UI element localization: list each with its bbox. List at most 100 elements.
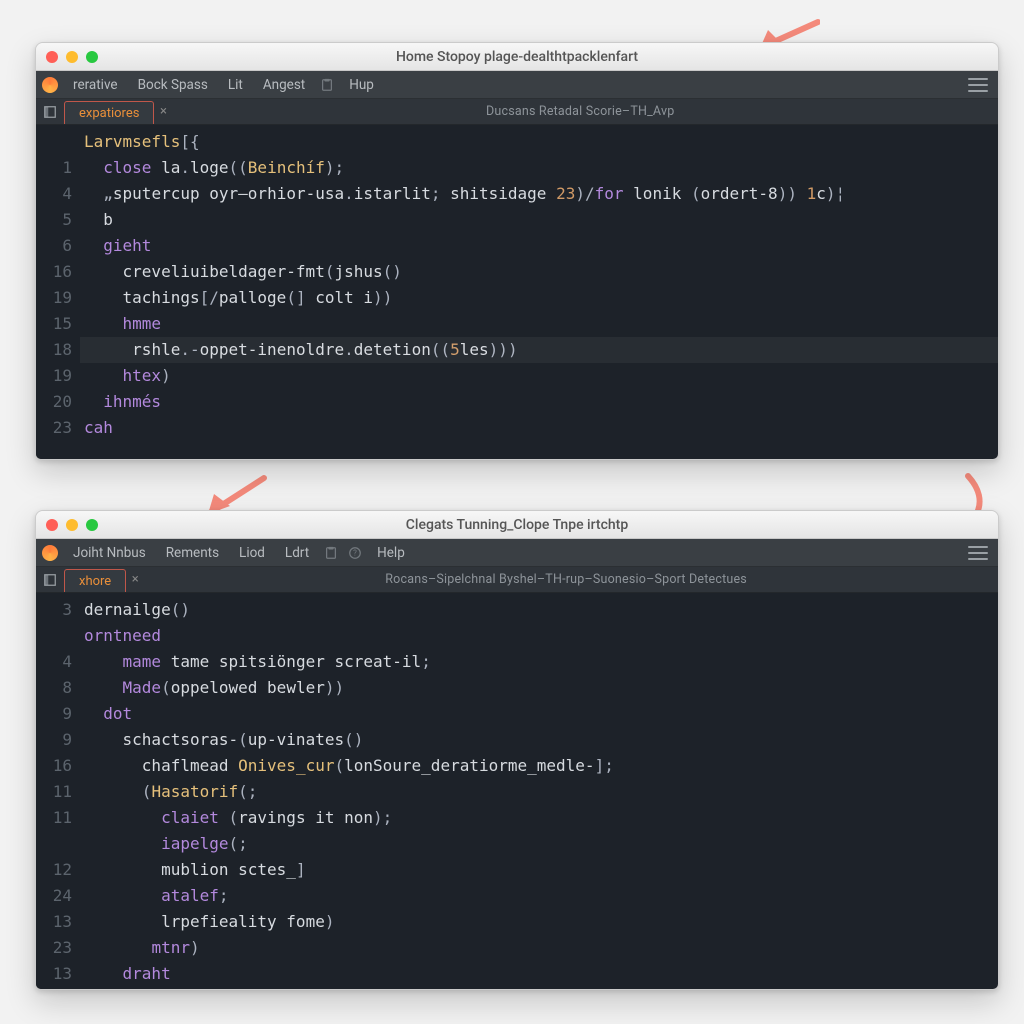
code-line[interactable]: chaflmead Onives_cur(lonSoure_deratiorme… [84,753,992,779]
window-title: Clegats Tunning_Clope Tnpe irtchtp [36,517,998,533]
code-line[interactable]: orntneed [84,623,992,649]
line-number: 19 [36,363,72,389]
line-number: 17 [36,987,72,989]
close-tab-icon[interactable]: × [126,567,144,592]
close-tab-icon[interactable]: × [154,99,172,124]
app-logo-icon[interactable] [42,545,58,561]
line-number: 20 [36,389,72,415]
line-number: 4 [36,649,72,675]
code-line[interactable]: (Hasatorif(; [84,779,992,805]
code-line[interactable]: lrpefieality fome) [84,909,992,935]
code-editor[interactable]: 145616191518192023 Larvmsefls[{ close la… [36,125,998,459]
line-number: 16 [36,259,72,285]
menu-item[interactable]: Rements [157,542,228,564]
code-line[interactable]: Larvmsefls[{ [84,129,992,155]
line-number: 18 [36,337,72,363]
code-area[interactable]: dernailge()orntneed mame tame spitsiönge… [82,593,998,989]
line-number: 11 [36,805,72,831]
file-tab-label: xhore [79,574,111,589]
code-line[interactable]: „sputercup oyr–orhior-usa.istarlit; shit… [84,181,992,207]
zoom-window-icon[interactable] [86,519,98,531]
help-icon[interactable]: ? [348,546,362,560]
code-line[interactable]: draht [84,961,992,987]
code-line[interactable]: close la.loge((Beinchíf); [84,155,992,181]
file-tab[interactable]: xhore [64,569,126,592]
code-line[interactable]: creveliuibeldager-fmt(jshus() [84,259,992,285]
code-line[interactable]: dot [84,701,992,727]
code-line[interactable]: mame tame spitsiönger screat-il; [84,649,992,675]
code-line[interactable]: tachings[/palloge(] colt i)) [84,285,992,311]
code-line[interactable]: iapelge(; [84,831,992,857]
close-window-icon[interactable] [46,519,58,531]
tab-bar: expatiores × Ducsans Retadal Scorie–TH_A… [36,99,998,125]
menu-item[interactable]: Angest [254,74,314,96]
code-editor[interactable]: 3 4899161111 122413231317 dernailge()orn… [36,593,998,989]
clipboard-icon[interactable] [320,78,334,92]
line-number: 13 [36,909,72,935]
minimize-window-icon[interactable] [66,519,78,531]
line-number: 6 [36,233,72,259]
line-number-gutter: 3 4899161111 122413231317 [36,593,82,989]
code-line[interactable]: claiet (ravings it non); [84,805,992,831]
app-menubar: Joiht Nnbus Rements Liod Ldrt ? Help [36,539,998,567]
line-number [36,623,72,649]
current-line-highlight [80,337,998,363]
line-number: 13 [36,961,72,987]
hamburger-menu-icon[interactable] [968,78,988,92]
window-title: Home Stopoy plage-dealthtpacklenfart [36,49,998,65]
code-line[interactable]: gieht [84,233,992,259]
menu-item[interactable]: Lit [219,74,252,96]
menu-item[interactable]: Help [368,542,414,564]
code-line[interactable]: mtnr) [84,935,992,961]
code-line[interactable]: atalef; [84,883,992,909]
zoom-window-icon[interactable] [86,51,98,63]
code-line[interactable]: hmme [84,311,992,337]
line-number: 23 [36,935,72,961]
line-number: 9 [36,701,72,727]
line-number: 3 [36,597,72,623]
editor-window: Clegats Tunning_Clope Tnpe irtchtp Joiht… [35,510,999,990]
code-line[interactable]: htex) [84,363,992,389]
code-line[interactable]: mublion sctes_] [84,857,992,883]
minimize-window-icon[interactable] [66,51,78,63]
app-menubar: rerative Bock Spass Lit Angest Hup [36,71,998,99]
menu-item[interactable]: Liod [230,542,274,564]
code-line[interactable]: b [84,207,992,233]
code-line[interactable]: printe [84,987,992,989]
hamburger-menu-icon[interactable] [968,546,988,560]
code-line[interactable]: ihnmés [84,389,992,415]
menu-item[interactable]: Joiht Nnbus [64,542,155,564]
line-number [36,129,72,155]
window-titlebar[interactable]: Home Stopoy plage-dealthtpacklenfart [36,43,998,71]
line-number: 23 [36,415,72,441]
line-number: 15 [36,311,72,337]
close-window-icon[interactable] [46,51,58,63]
line-number: 8 [36,675,72,701]
line-number: 5 [36,207,72,233]
code-line[interactable]: Made(oppelowed bewler)) [84,675,992,701]
breadcrumb[interactable]: Rocans–Sipelchnal Byshel–TH-rup–Suonesio… [144,567,998,592]
code-line[interactable]: cah [84,415,992,441]
code-line[interactable]: schactsoras-(up-vinates() [84,727,992,753]
line-number: 16 [36,753,72,779]
line-number: 4 [36,181,72,207]
window-titlebar[interactable]: Clegats Tunning_Clope Tnpe irtchtp [36,511,998,539]
svg-text:?: ? [353,548,357,557]
editor-window: Home Stopoy plage-dealthtpacklenfart rer… [35,42,999,460]
file-tree-toggle-icon[interactable] [36,99,64,124]
menu-item[interactable]: Hup [340,74,383,96]
file-tree-toggle-icon[interactable] [36,567,64,592]
line-number: 19 [36,285,72,311]
code-area[interactable]: Larvmsefls[{ close la.loge((Beinchíf); „… [82,125,998,459]
menu-item[interactable]: Bock Spass [129,74,217,96]
clipboard-icon[interactable] [324,546,338,560]
menu-item[interactable]: Ldrt [276,542,318,564]
file-tab[interactable]: expatiores [64,101,154,124]
tab-bar: xhore × Rocans–Sipelchnal Byshel–TH-rup–… [36,567,998,593]
line-number: 9 [36,727,72,753]
code-line[interactable]: dernailge() [84,597,992,623]
app-logo-icon[interactable] [42,77,58,93]
menu-item[interactable]: rerative [64,74,127,96]
breadcrumb[interactable]: Ducsans Retadal Scorie–TH_Avp [172,99,998,124]
file-tab-label: expatiores [79,106,139,121]
